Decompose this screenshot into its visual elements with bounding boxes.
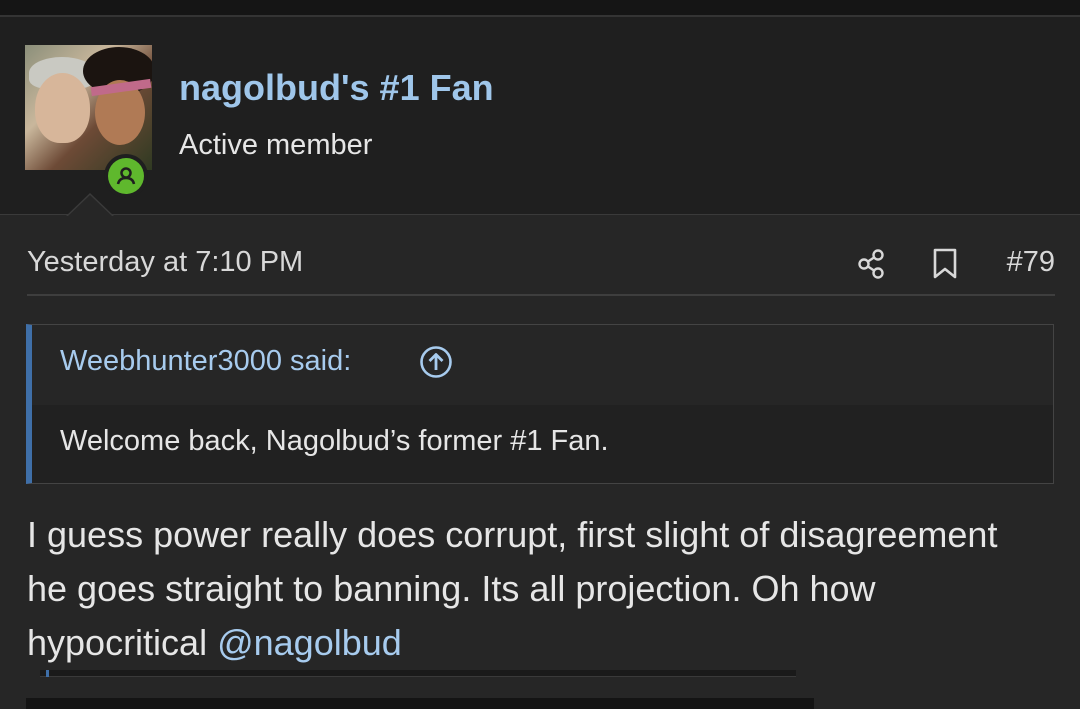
- embedded-content-strip: [26, 698, 814, 709]
- post-date[interactable]: Yesterday at 7:10 PM: [27, 246, 303, 279]
- embedded-content-edge: [40, 670, 796, 677]
- quote-author-link[interactable]: Weebhunter3000 said:: [60, 345, 351, 378]
- message-user-header: nagolbud's #1 Fan Active member: [0, 17, 1080, 215]
- quote-text: Welcome back, Nagolbud’s former #1 Fan.: [60, 425, 609, 457]
- bookmark-icon[interactable]: [932, 248, 958, 280]
- quote-block: Weebhunter3000 said: Welcome back, Nagol…: [26, 324, 1054, 484]
- post-meta-bar: Yesterday at 7:10 PM #79: [27, 244, 1055, 296]
- post-body: I guess power really does corrupt, first…: [27, 508, 1047, 670]
- user-mention-link[interactable]: @nagolbud: [217, 622, 402, 663]
- arrow-up-circle-icon[interactable]: [419, 345, 453, 379]
- avatar[interactable]: [25, 45, 152, 170]
- online-user-icon: [104, 154, 148, 198]
- top-bar: [0, 0, 1080, 17]
- quote-header: Weebhunter3000 said:: [32, 325, 1053, 405]
- share-icon[interactable]: [857, 248, 887, 280]
- post-number-link[interactable]: #79: [1007, 246, 1055, 279]
- user-title: Active member: [179, 129, 373, 161]
- post-body-text: I guess power really does corrupt, first…: [27, 514, 998, 663]
- username-link[interactable]: nagolbud's #1 Fan: [179, 67, 494, 109]
